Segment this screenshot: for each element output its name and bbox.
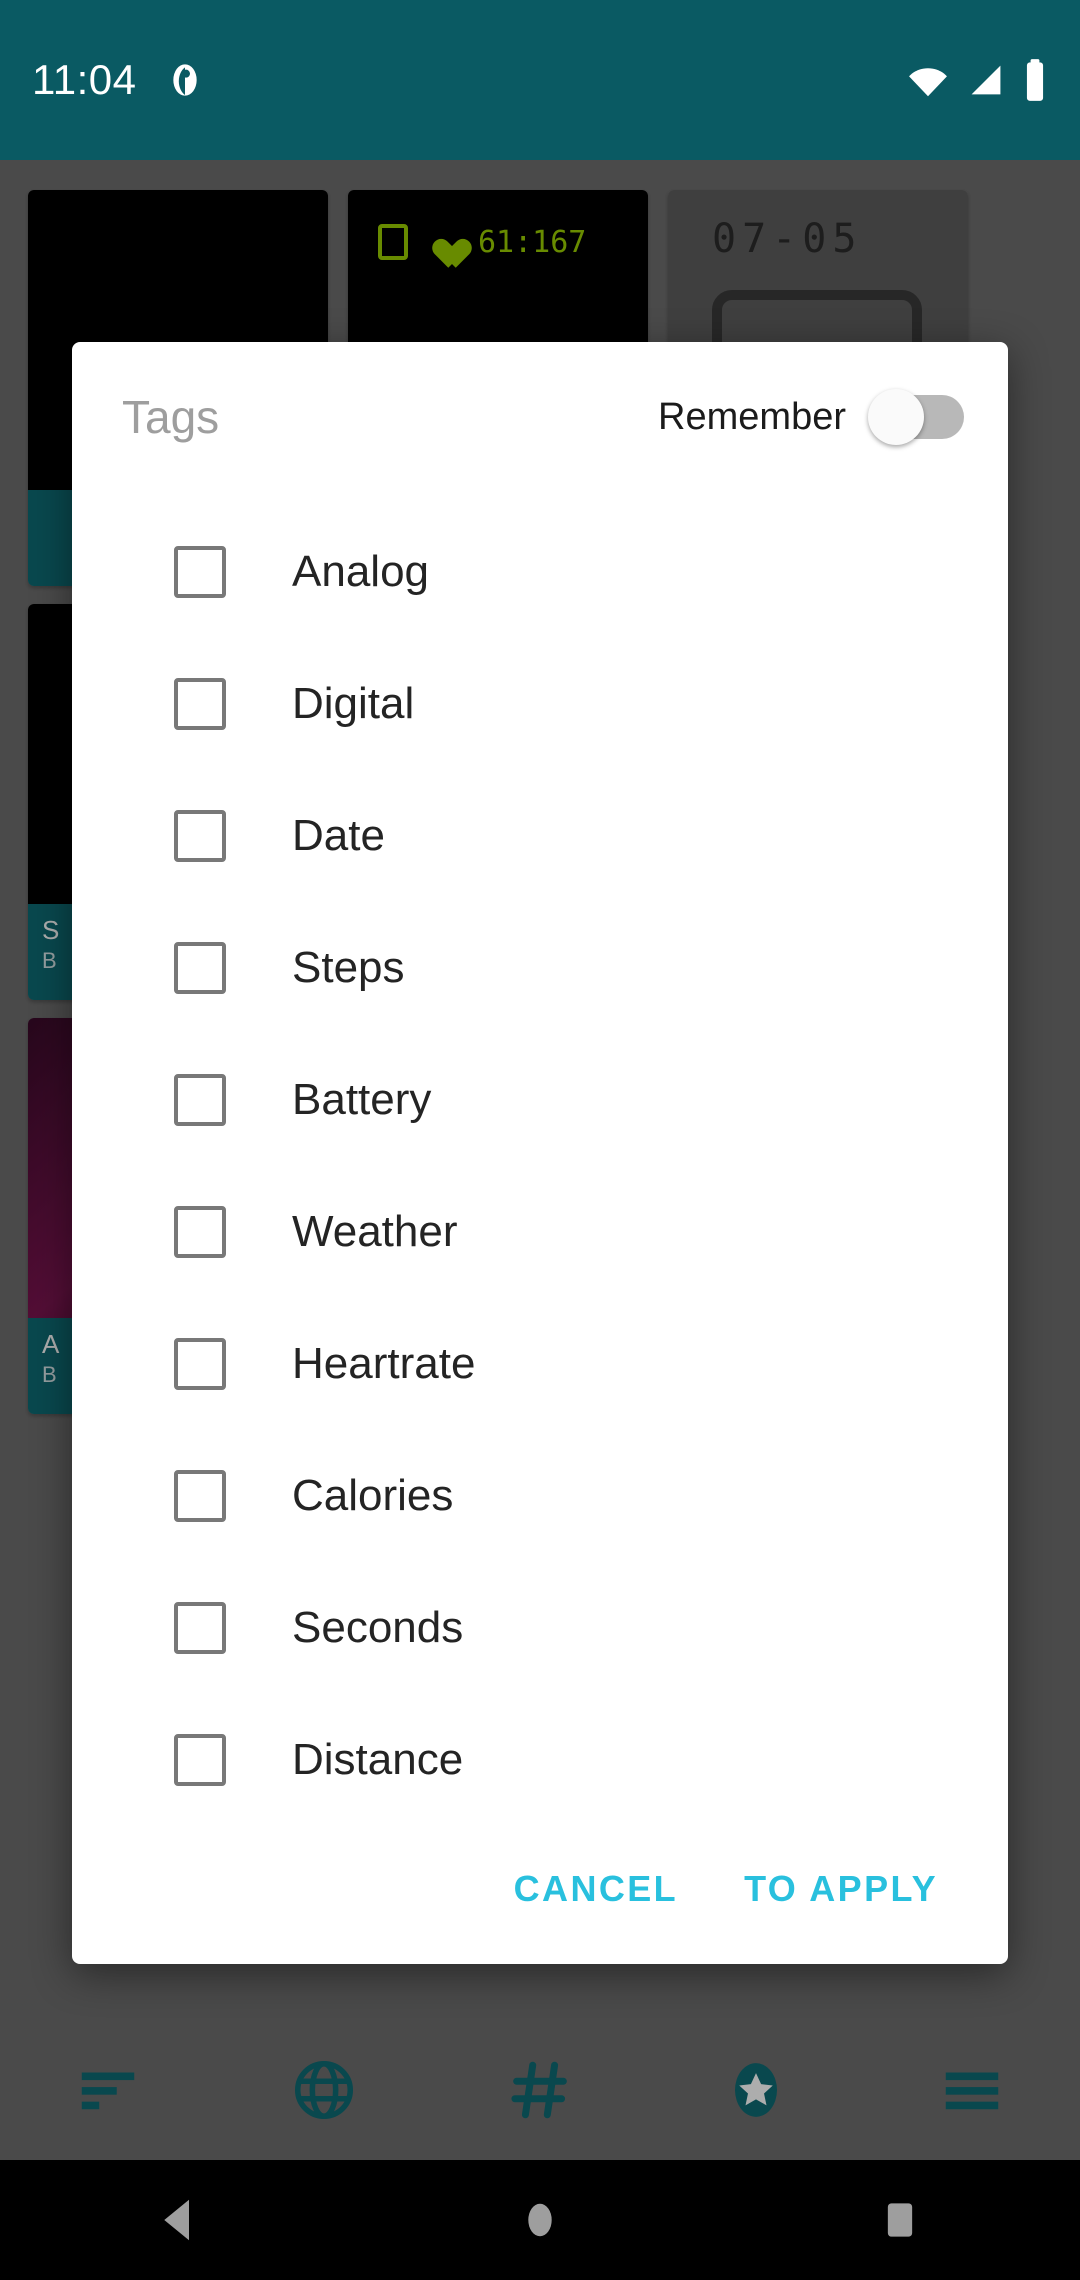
tag-checkbox-list: Analog Digital Date Steps Battery Weathe… (72, 492, 1008, 1814)
system-home-button[interactable] (360, 2193, 720, 2247)
phone-screen: 61:167 07-05 S B A B Tags Remember Analo… (0, 0, 1080, 2280)
tag-label-steps: Steps (292, 943, 405, 992)
dialog-header: Tags Remember (72, 342, 1008, 492)
dialog-action-bar: CANCEL TO APPLY (72, 1814, 1008, 1964)
tag-row-steps[interactable]: Steps (72, 902, 1008, 1034)
status-notification-icons (165, 60, 205, 100)
tag-row-digital[interactable]: Digital (72, 638, 1008, 770)
checkbox-analog[interactable] (174, 546, 226, 598)
remember-label: Remember (658, 395, 846, 438)
tag-row-heartrate[interactable]: Heartrate (72, 1298, 1008, 1430)
tag-label-calories: Calories (292, 1471, 454, 1520)
tag-label-weather: Weather (292, 1207, 458, 1256)
tag-label-battery: Battery (292, 1075, 432, 1124)
battery-icon (1026, 59, 1044, 101)
back-triangle-icon (164, 2199, 189, 2241)
checkbox-seconds[interactable] (174, 1602, 226, 1654)
tag-label-digital: Digital (292, 679, 415, 728)
checkbox-weather[interactable] (174, 1206, 226, 1258)
tag-label-distance: Distance (292, 1735, 464, 1784)
remember-toggle[interactable] (868, 389, 964, 445)
wifi-icon (909, 68, 947, 97)
tag-label-seconds: Seconds (292, 1603, 464, 1652)
status-time: 11:04 (32, 56, 137, 103)
recents-square-icon (887, 2203, 913, 2237)
tag-row-calories[interactable]: Calories (72, 1430, 1008, 1562)
checkbox-battery[interactable] (174, 1074, 226, 1126)
apply-button[interactable]: TO APPLY (718, 1850, 964, 1928)
tag-row-analog[interactable]: Analog (72, 506, 1008, 638)
tags-dialog: Tags Remember Analog Digital Date Steps … (72, 342, 1008, 1964)
tag-row-weather[interactable]: Weather (72, 1166, 1008, 1298)
status-bar: 11:04 (0, 0, 1080, 160)
checkbox-calories[interactable] (174, 1470, 226, 1522)
checkbox-steps[interactable] (174, 942, 226, 994)
checkbox-digital[interactable] (174, 678, 226, 730)
checkbox-distance[interactable] (174, 1734, 226, 1786)
system-back-button[interactable] (0, 2193, 360, 2247)
tag-label-heartrate: Heartrate (292, 1339, 476, 1388)
cellular-signal-icon (971, 65, 1001, 95)
tag-row-battery[interactable]: Battery (72, 1034, 1008, 1166)
cancel-button[interactable]: CANCEL (488, 1850, 704, 1928)
status-system-icons (906, 58, 1048, 102)
checkbox-date[interactable] (174, 810, 226, 862)
home-circle-icon (528, 2203, 552, 2237)
checkbox-heartrate[interactable] (174, 1338, 226, 1390)
system-recents-button[interactable] (720, 2193, 1080, 2247)
tag-label-date: Date (292, 811, 385, 860)
tag-row-distance[interactable]: Distance (72, 1694, 1008, 1814)
tag-label-analog: Analog (292, 547, 430, 596)
remember-group: Remember (658, 389, 964, 445)
android-system-nav (0, 2160, 1080, 2280)
toggle-knob (868, 389, 924, 445)
tag-row-seconds[interactable]: Seconds (72, 1562, 1008, 1694)
dialog-title: Tags (122, 391, 220, 443)
notification-dot-icon (172, 64, 197, 96)
tag-row-date[interactable]: Date (72, 770, 1008, 902)
